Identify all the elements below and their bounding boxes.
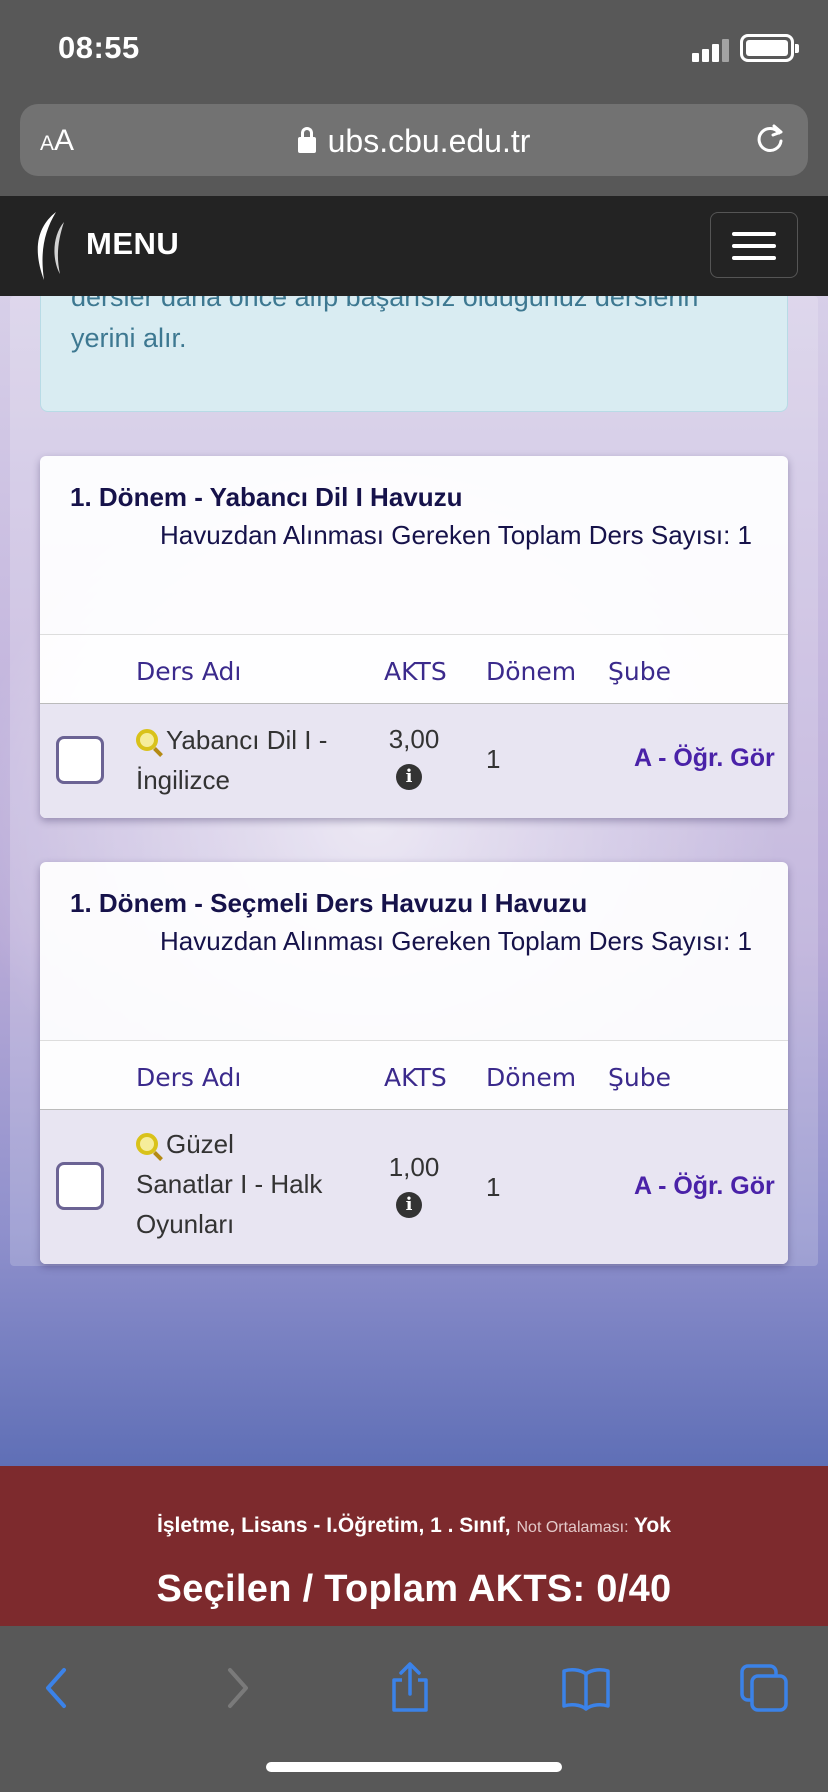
header-donem[interactable]: Dönem <box>486 1063 576 1092</box>
back-icon[interactable] <box>30 1660 86 1716</box>
status-time: 08:55 <box>58 30 140 65</box>
pool-subtitle: Havuzdan Alınması Gereken Toplam Ders Sa… <box>160 520 753 550</box>
course-name[interactable]: Yabancı Dil I - İngilizce <box>136 720 327 800</box>
course-name[interactable]: Güzel Sanatlar I - Halk Oyunları <box>136 1124 322 1244</box>
address-bar[interactable]: AA ubs.cbu.edu.tr <box>20 104 808 176</box>
program-label: İşletme, Lisans - I.Öğretim, 1 . Sınıf, <box>157 1514 511 1537</box>
bookmarks-icon[interactable] <box>558 1660 614 1716</box>
program-info: İşletme, Lisans - I.Öğretim, 1 . Sınıf, … <box>0 1514 828 1538</box>
url-label: ubs.cbu.edu.tr <box>327 123 531 159</box>
page-content: dersler daha önce alıp başarısız olduğun… <box>0 296 828 1466</box>
header-donem[interactable]: Dönem <box>486 657 576 686</box>
hamburger-icon[interactable] <box>710 212 798 278</box>
signal-icon <box>692 38 732 62</box>
lock-icon <box>297 127 316 153</box>
course-akts: 1,00 <box>388 1152 440 1182</box>
course-sube[interactable]: A - Öğr. Gör <box>634 1172 775 1201</box>
url-text[interactable]: ubs.cbu.edu.tr <box>20 123 808 160</box>
akts-total: Seçilen / Toplam AKTS: 0/40 <box>156 1568 672 1610</box>
course-checkbox[interactable] <box>56 1162 104 1210</box>
pool-card-secmeli: 1. Dönem - Seçmeli Ders Havuzu I Havuzu … <box>40 862 788 1264</box>
status-bar: 08:55 <box>0 0 828 92</box>
course-checkbox[interactable] <box>56 736 104 784</box>
course-akts: 3,00 <box>388 724 440 754</box>
pool-card-yabanci-dil: 1. Dönem - Yabancı Dil I Havuzu Havuzdan… <box>40 456 788 818</box>
table-row: Güzel Sanatlar I - Halk Oyunları 1,00 i 1 … <box>40 1110 788 1264</box>
header-akts[interactable]: AKTS <box>384 657 447 686</box>
header-ders-adi[interactable]: Ders Adı <box>136 1063 241 1092</box>
info-alert: dersler daha önce alıp başarısız olduğun… <box>40 296 788 412</box>
table-header: Ders Adı AKTS Dönem Şube <box>40 1040 788 1110</box>
home-indicator <box>266 1762 562 1772</box>
table-header: Ders Adı AKTS Dönem Şube <box>40 634 788 704</box>
menu-label[interactable]: MENU <box>86 226 179 262</box>
pool-subtitle: Havuzdan Alınması Gereken Toplam Ders Sa… <box>160 926 753 956</box>
pool-title: 1. Dönem - Yabancı Dil I Havuzu <box>70 482 463 512</box>
info-icon[interactable]: i <box>396 764 422 790</box>
share-icon[interactable] <box>382 1660 438 1716</box>
course-donem: 1 <box>486 1172 501 1202</box>
header-sube[interactable]: Şube <box>608 1063 671 1092</box>
table-row: Yabancı Dil I - İngilizce 3,00 i 1 A - Öğ… <box>40 704 788 818</box>
gpa-label: Not Ortalaması: <box>516 1519 629 1536</box>
browser-chrome: AA ubs.cbu.edu.tr <box>0 92 828 196</box>
header-sube[interactable]: Şube <box>608 657 671 686</box>
reload-icon[interactable] <box>752 121 788 157</box>
course-donem: 1 <box>486 744 501 774</box>
battery-icon <box>740 34 799 62</box>
gpa-value: Yok <box>633 1514 671 1537</box>
info-icon[interactable]: i <box>396 1192 422 1218</box>
site-navbar: MENU <box>0 196 828 296</box>
pool-title: 1. Dönem - Seçmeli Ders Havuzu I Havuzu <box>70 888 588 918</box>
magnifier-icon[interactable] <box>136 1133 158 1155</box>
course-sube[interactable]: A - Öğr. Gör <box>634 744 775 773</box>
header-akts[interactable]: AKTS <box>384 1063 447 1092</box>
header-ders-adi[interactable]: Ders Adı <box>136 657 241 686</box>
akts-summary-bar: İşletme, Lisans - I.Öğretim, 1 . Sınıf, … <box>0 1466 828 1626</box>
university-logo[interactable] <box>30 208 70 284</box>
forward-icon[interactable] <box>208 1660 264 1716</box>
tabs-icon[interactable] <box>736 1660 792 1716</box>
magnifier-icon[interactable] <box>136 729 158 751</box>
